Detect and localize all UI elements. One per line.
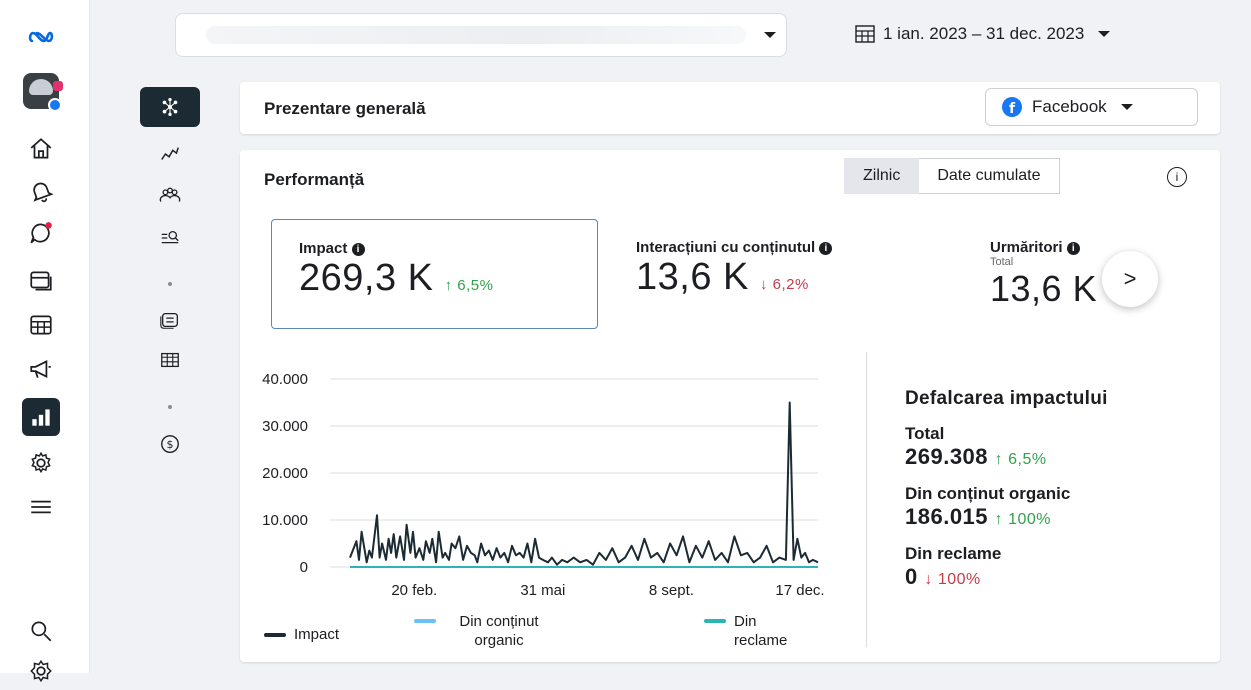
- y-tick-label: 0: [300, 559, 308, 576]
- breakdown-value: 0: [905, 564, 918, 589]
- x-tick-label: 8 sept.: [649, 582, 694, 599]
- calendar-icon[interactable]: [22, 306, 60, 344]
- bell-icon[interactable]: [22, 172, 60, 210]
- trends-icon[interactable]: [140, 137, 200, 171]
- impact-breakdown: Defalcarea impactului Total 269.308 ↑ 6,…: [905, 388, 1205, 590]
- breakdown-total: 269.308 ↑ 6,5%: [905, 444, 1047, 469]
- metric-card-followers[interactable]: Urmăritori i Total 13,6 K: [990, 239, 1190, 310]
- content-icon[interactable]: [22, 262, 60, 300]
- breakdown-label: Din conținut organic: [905, 484, 1071, 503]
- chart-legend: Impact Din conținut organic Din reclame: [264, 612, 844, 656]
- x-tick-label: 31 mai: [520, 582, 565, 599]
- home-icon[interactable]: [22, 130, 60, 168]
- page-title: Prezentare generală: [264, 99, 426, 118]
- separator-dot: [140, 267, 200, 301]
- content-search-icon[interactable]: [140, 221, 200, 255]
- x-tick-label: 20 feb.: [391, 582, 437, 599]
- chevron-down-icon: [764, 32, 776, 38]
- impact-line-chart: 40.000 30.000 20.000 10.000 0 20 feb. 31 mai 8 …: [262, 371, 825, 599]
- overview-icon[interactable]: [140, 87, 200, 127]
- audience-icon[interactable]: [140, 179, 200, 213]
- breakdown-organic: 186.015 ↑ 100%: [905, 504, 1052, 529]
- metric-sublabel: Total: [990, 256, 1014, 268]
- daily-toggle-button[interactable]: Zilnic: [844, 158, 920, 194]
- metric-change: 6,2%: [772, 276, 809, 293]
- info-icon[interactable]: i: [819, 242, 833, 255]
- left-navigation-rail: [0, 0, 90, 683]
- separator-dot-2: [140, 390, 200, 424]
- metric-card-impact[interactable]: Impact i 269,3 K ↑ 6,5%: [271, 219, 598, 329]
- calendar-grid-icon: [855, 25, 875, 43]
- insights-icon[interactable]: [22, 398, 60, 436]
- metric-value: 269,3 K: [299, 257, 434, 299]
- metric-label: Urmăritori: [990, 239, 1063, 256]
- chevron-down-icon: [1120, 104, 1133, 110]
- date-range-label: 1 ian. 2023 – 31 dec. 2023: [883, 24, 1085, 43]
- metric-card-interactions[interactable]: Interacțiuni cu conținutul i 13,6 K ↓ 6,…: [636, 239, 833, 299]
- y-tick-label: 20.000: [262, 465, 308, 482]
- table-icon[interactable]: [140, 343, 200, 377]
- y-tick-label: 10.000: [262, 512, 308, 529]
- y-tick-label: 30.000: [262, 418, 308, 435]
- metric-change: 6,5%: [457, 277, 494, 294]
- breakdown-title: Defalcarea impactului: [905, 388, 1108, 409]
- date-range-selector[interactable]: 1 ian. 2023 – 31 dec. 2023: [855, 22, 1111, 46]
- account-name-redacted: [206, 26, 746, 44]
- metric-impact: Impact i 269,3 K ↑ 6,5%: [299, 240, 494, 299]
- breakdown-change: 100%: [937, 571, 981, 588]
- cumulative-toggle-button[interactable]: Date cumulate: [919, 158, 1060, 194]
- breakdown-ads: 0 ↓ 100%: [905, 564, 981, 589]
- series-line-impact: [349, 401, 819, 566]
- message-icon[interactable]: [22, 214, 60, 252]
- overview-card: Prezentare generală f Facebook: [240, 82, 1220, 134]
- legend-item-ads: Din reclame: [704, 612, 804, 650]
- x-tick-label: 17 dec.: [775, 582, 824, 599]
- info-icon[interactable]: i: [1167, 167, 1187, 187]
- legend-item-organic: Din conținut organic: [414, 612, 554, 650]
- next-arrow-button[interactable]: >: [1102, 251, 1158, 307]
- breakdown-value: 186.015: [905, 504, 989, 529]
- breakdown-change: 6,5%: [1008, 451, 1047, 468]
- legend-label: Impact: [294, 626, 340, 643]
- search-icon[interactable]: [22, 612, 60, 650]
- platform-label: Facebook: [1032, 97, 1107, 116]
- metric-label: Interacțiuni cu conținutul: [636, 239, 816, 256]
- chevron-down-icon: [1098, 31, 1111, 37]
- info-icon[interactable]: i: [351, 243, 365, 256]
- legend-label: Din conținut organic: [459, 613, 539, 649]
- breakdown-change: 100%: [1008, 511, 1052, 528]
- info-icon[interactable]: i: [1066, 242, 1080, 255]
- messages-icon[interactable]: [140, 303, 200, 337]
- top-bar: 1 ian. 2023 – 31 dec. 2023: [150, 10, 1251, 60]
- divider: [866, 352, 867, 647]
- legend-swatch: [264, 632, 286, 637]
- view-toggle: Zilnic Date cumulate: [844, 158, 1060, 194]
- settings-icon[interactable]: [22, 652, 60, 690]
- breakdown-value: 269.308: [905, 444, 989, 469]
- meta-logo-icon[interactable]: [22, 18, 60, 56]
- instagram-badge-icon: [53, 81, 63, 91]
- metric-value: 13,6 K: [636, 256, 749, 298]
- legend-label: Din reclame: [734, 613, 788, 649]
- gear-icon[interactable]: [22, 444, 60, 482]
- facebook-badge-icon: [48, 98, 62, 112]
- facebook-icon: f: [1002, 97, 1022, 117]
- breakdown-label: Din reclame: [905, 544, 1002, 563]
- account-avatar[interactable]: [22, 72, 63, 112]
- performance-title: Performanță: [264, 170, 365, 189]
- menu-icon[interactable]: [22, 488, 60, 526]
- svg-text:$: $: [167, 438, 174, 451]
- y-tick-label: 40.000: [262, 371, 308, 388]
- monetization-icon[interactable]: $: [140, 427, 200, 461]
- metric-label: Impact: [299, 240, 348, 257]
- legend-swatch: [704, 619, 726, 623]
- legend-item-impact: Impact: [264, 626, 339, 643]
- performance-card: Performanță Zilnic Date cumulate i Impac…: [240, 150, 1220, 662]
- metric-value: 13,6 K: [990, 268, 1098, 309]
- legend-swatch: [414, 619, 436, 623]
- account-selector[interactable]: [175, 13, 787, 57]
- breakdown-label: Total: [905, 424, 945, 443]
- megaphone-icon[interactable]: [22, 350, 60, 388]
- platform-selector[interactable]: f Facebook: [985, 88, 1198, 126]
